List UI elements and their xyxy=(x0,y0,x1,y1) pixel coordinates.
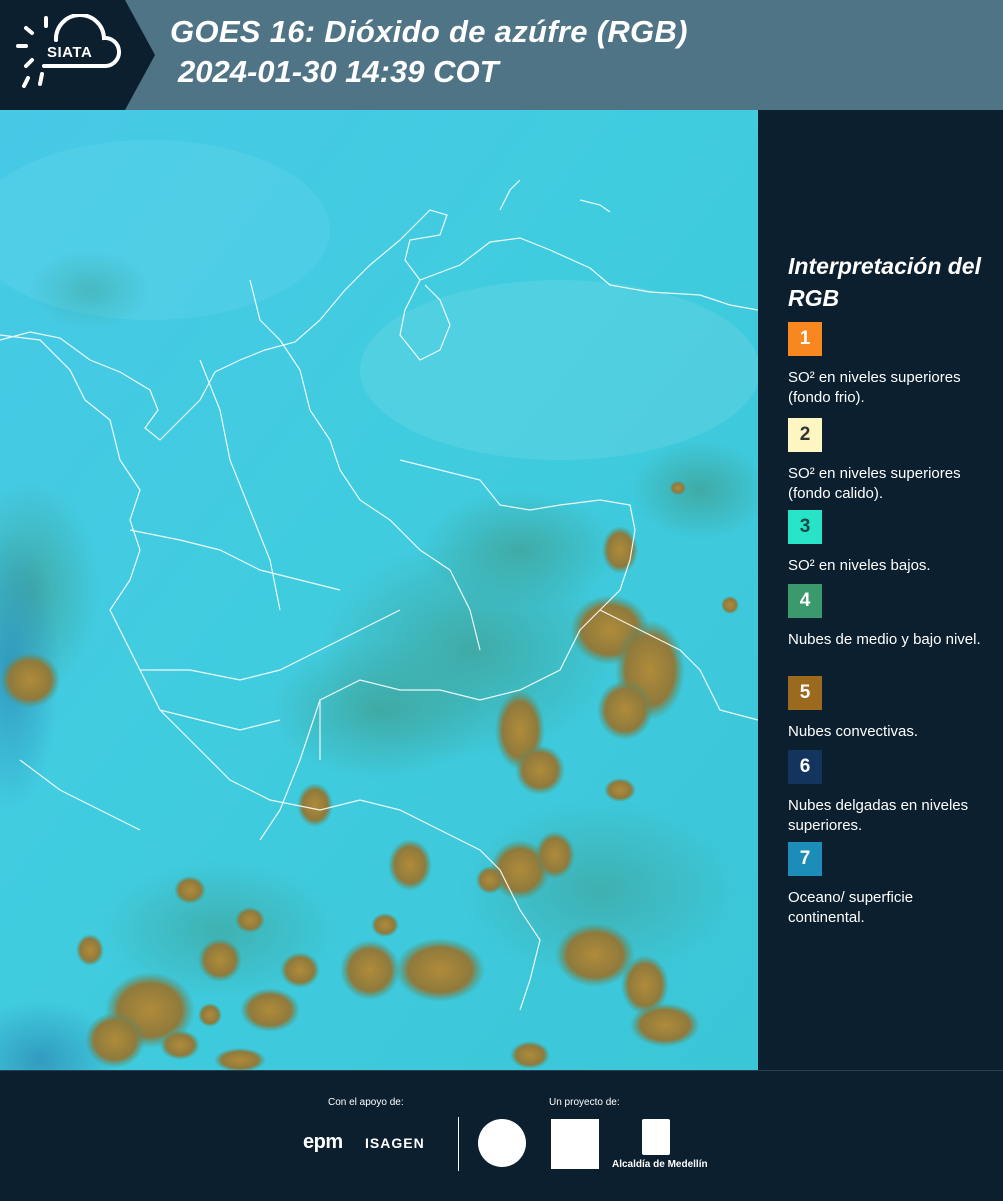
support-label: Con el apoyo de: xyxy=(328,1097,404,1108)
legend-label-2: SO² en niveles superiores (fondo calido)… xyxy=(788,465,961,502)
alcaldia-label: Alcaldía de Medellín xyxy=(612,1159,708,1170)
legend-label-6: Nubes delgadas en niveles superiores. xyxy=(788,797,969,834)
legend-swatch-3: 3 xyxy=(788,510,822,544)
footer: Con el apoyo de: Un proyecto de: epm ISA… xyxy=(0,1070,1003,1201)
page-timestamp: 2024-01-30 14:39 COT xyxy=(178,54,499,89)
legend-swatch-6: 6 xyxy=(788,750,822,784)
legend-label-3: SO² en niveles bajos. xyxy=(788,557,931,574)
siata-logo-text: SIATA xyxy=(47,44,93,61)
legend-swatch-7: 7 xyxy=(788,842,822,876)
legend-swatch-4: 4 xyxy=(788,584,822,618)
legend-item-5: 5 Nubes convectivas. xyxy=(788,676,993,742)
legend-label-7: Oceano/ superficie continental. xyxy=(788,889,914,926)
legend-title: Interpretación del RGB xyxy=(788,253,981,311)
legend-swatch-1: 1 xyxy=(788,322,822,356)
legend-swatch-5: 5 xyxy=(788,676,822,710)
legend-item-4: 4 Nubes de medio y bajo nivel. xyxy=(788,584,993,650)
legend-item-7: 7 Oceano/ superficie continental. xyxy=(788,842,993,928)
legend-swatch-2: 2 xyxy=(788,418,822,452)
epm-logo: epm xyxy=(303,1131,343,1153)
medellin-university-seal-icon xyxy=(478,1119,526,1167)
rgb-legend: Interpretación del RGB 1 SO² en niveles … xyxy=(760,110,1003,1070)
legend-label-4: Nubes de medio y bajo nivel. xyxy=(788,631,981,648)
area-metropolitana-logo-icon xyxy=(551,1119,599,1169)
footer-divider xyxy=(458,1117,459,1171)
satellite-image xyxy=(0,110,758,1070)
page-title: GOES 16: Dióxido de azúfre (RGB) xyxy=(170,14,688,49)
header-bar: SIATA GOES 16: Dióxido de azúfre (RGB) 2… xyxy=(0,0,1003,110)
siata-logo: SIATA xyxy=(0,0,155,110)
legend-item-6: 6 Nubes delgadas en niveles superiores. xyxy=(788,750,993,836)
project-label: Un proyecto de: xyxy=(549,1097,620,1108)
legend-item-2: 2 SO² en niveles superiores (fondo calid… xyxy=(788,418,993,516)
legend-item-3: 3 SO² en niveles bajos. xyxy=(788,510,993,576)
legend-label-1: SO² en niveles superiores (fondo frio). xyxy=(788,369,961,406)
satellite-map[interactable] xyxy=(0,110,758,1070)
legend-label-5: Nubes convectivas. xyxy=(788,723,919,740)
legend-item-1: 1 SO² en niveles superiores (fondo frio)… xyxy=(788,322,993,408)
alcaldia-shield-icon xyxy=(642,1119,670,1155)
isagen-logo: ISAGEN xyxy=(365,1135,425,1151)
